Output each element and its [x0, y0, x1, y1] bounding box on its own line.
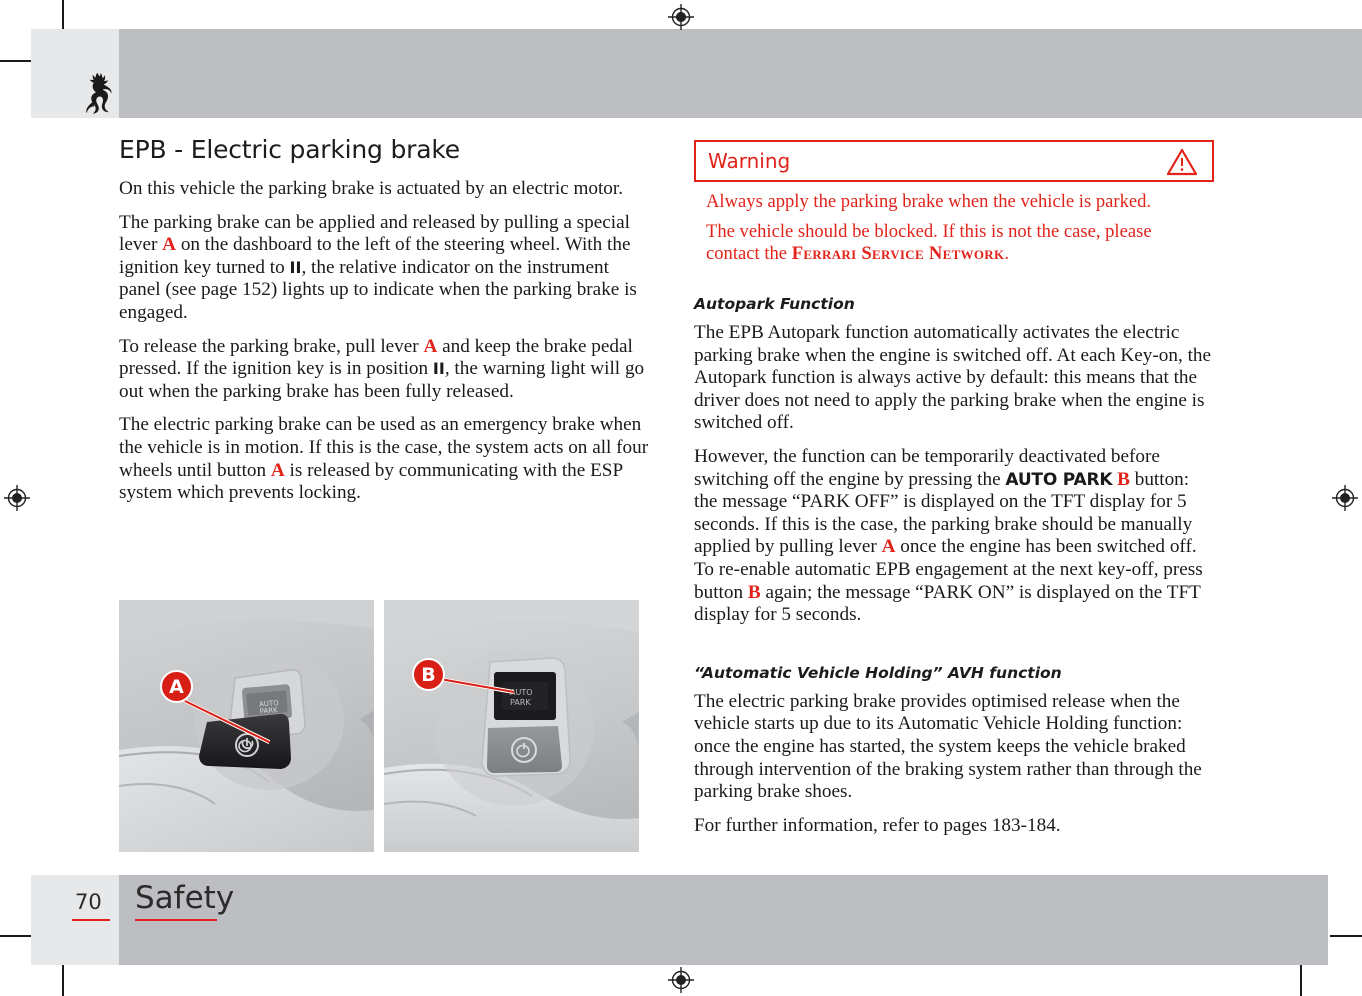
component-reference: A	[270, 459, 285, 481]
paragraph: However, the function can be temporarily…	[694, 445, 1203, 626]
control-label: II	[432, 359, 445, 379]
left-column-body: On this vehicle the parking brake is act…	[119, 178, 649, 505]
ferrari-prancing-horse-logo	[80, 70, 118, 116]
page-number: 70	[75, 890, 102, 914]
crop-mark-top-right-vertical	[1300, 0, 1302, 32]
right-column: Warning Always apply the parking brake w…	[694, 140, 1216, 848]
registration-mark-top	[667, 3, 695, 31]
section-heading-autopark: Autopark Function	[694, 295, 855, 313]
crop-mark-left-top-horizontal	[0, 60, 32, 62]
component-reference: B	[747, 581, 761, 603]
warning-triangle-icon	[1166, 148, 1198, 176]
service-network-name: Ferrari Service Network	[791, 243, 1005, 264]
figure-b-image: AUTO PARK	[384, 600, 639, 852]
left-column: EPB - Electric parking brake On this veh…	[119, 135, 649, 516]
control-label: AUTO PARK	[1005, 469, 1113, 490]
page-number-rule	[72, 919, 110, 921]
paragraph: The electric parking brake can be used a…	[119, 414, 649, 504]
component-reference: A	[423, 335, 438, 357]
component-reference: B	[1117, 468, 1130, 490]
footer-band-gray	[119, 875, 1328, 965]
crop-mark-right-bottom-horizontal	[1330, 935, 1362, 937]
manual-page: EPB - Electric parking brake On this veh…	[0, 0, 1362, 996]
component-reference: A	[881, 536, 896, 558]
right-column-body: Autopark Function The EPB Autopark functi…	[694, 295, 1216, 837]
section-name: Safety	[135, 880, 235, 916]
paragraph: The EPB Autopark function automatically …	[694, 322, 1212, 434]
crop-mark-top-left-vertical	[62, 0, 64, 32]
warning-line: Always apply the parking brake when the …	[706, 191, 1152, 212]
warning-title: Warning	[708, 149, 791, 173]
svg-text:PARK: PARK	[259, 706, 278, 716]
registration-mark-left	[3, 484, 31, 512]
paragraph: The electric parking brake provides opti…	[694, 690, 1202, 803]
callout-b: B	[412, 658, 445, 691]
crop-mark-left-bottom-horizontal	[0, 935, 32, 937]
figure-epb-lever: AUTO PARK A	[119, 600, 374, 852]
svg-text:PARK: PARK	[510, 698, 531, 707]
paragraph: To release the parking brake, pull lever…	[119, 335, 645, 402]
warning-body: Always apply the parking brake when the …	[694, 191, 1216, 265]
paragraph: For further information, refer to pages …	[694, 814, 1061, 836]
control-label: II	[289, 257, 302, 277]
figure-auto-park-button: AUTO PARK B	[384, 600, 639, 852]
paragraph: On this vehicle the parking brake is act…	[119, 178, 624, 199]
crop-mark-bottom-left-vertical	[62, 964, 64, 996]
component-reference: A	[162, 234, 177, 256]
callout-a: A	[160, 670, 193, 703]
warning-box: Warning	[694, 140, 1214, 182]
crop-mark-bottom-right-vertical	[1300, 964, 1302, 996]
header-band-gray	[119, 29, 1362, 118]
section-name-rule	[135, 919, 217, 921]
page-title: EPB - Electric parking brake	[119, 135, 460, 164]
warning-line: The vehicle should be blocked. If this i…	[706, 221, 1152, 264]
figure-a-image: AUTO PARK	[119, 600, 374, 852]
registration-mark-right	[1331, 484, 1359, 512]
registration-mark-bottom	[667, 966, 695, 994]
paragraph: The parking brake can be applied and rel…	[119, 211, 637, 323]
section-heading-avh: “Automatic Vehicle Holding” AVH function	[694, 663, 1062, 682]
